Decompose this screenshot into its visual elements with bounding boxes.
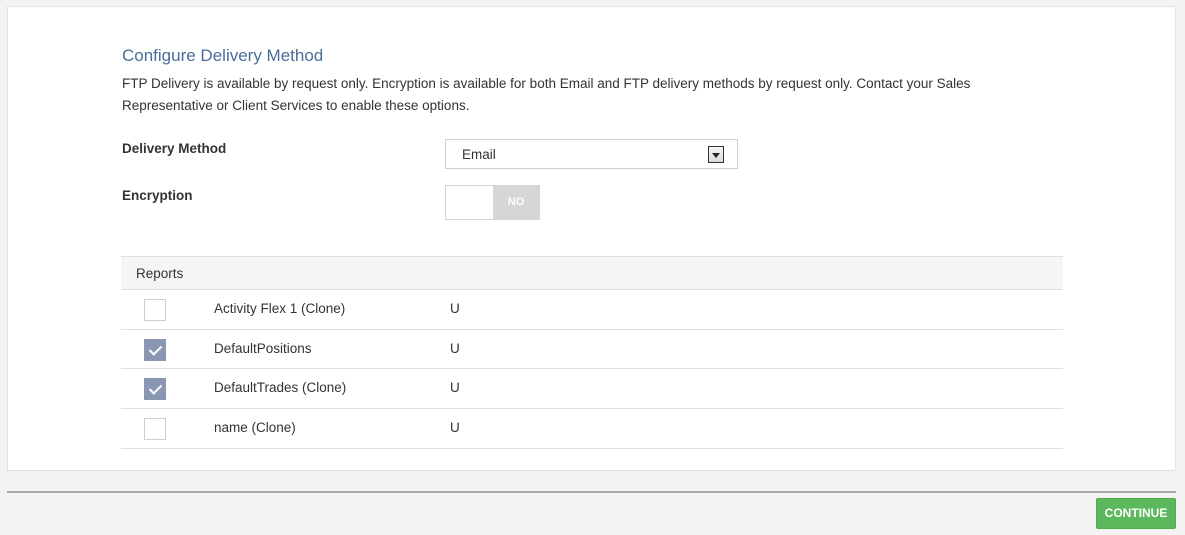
- report-name: Activity Flex 1 (Clone): [214, 301, 346, 316]
- encryption-label: Encryption: [122, 188, 193, 203]
- continue-button[interactable]: CONTINUE: [1096, 498, 1176, 529]
- delivery-config-card: Configure Delivery Method FTP Delivery i…: [7, 6, 1176, 471]
- report-checkbox-1[interactable]: [144, 338, 166, 361]
- report-name: DefaultPositions: [214, 340, 312, 356]
- report-checkbox-0[interactable]: [144, 299, 166, 321]
- reports-header: Reports: [121, 256, 1063, 290]
- delivery-method-value: Email: [462, 147, 496, 162]
- section-title: Configure Delivery Method: [122, 46, 324, 65]
- toggle-state-label: NO: [493, 186, 539, 219]
- delivery-method-label: Delivery Method: [122, 141, 227, 156]
- report-code: U: [450, 380, 460, 396]
- reports-table: Reports Activity Flex 1 (Clone) U Defaul…: [121, 256, 1063, 449]
- footer-divider: [7, 491, 1176, 493]
- report-name: name (Clone): [214, 420, 296, 436]
- table-row: Activity Flex 1 (Clone) U: [121, 290, 1063, 330]
- table-row: DefaultTrades (Clone) U: [121, 369, 1063, 410]
- report-code: U: [450, 301, 460, 316]
- report-code: U: [450, 420, 460, 436]
- report-checkbox-3[interactable]: [144, 418, 166, 441]
- encryption-toggle[interactable]: NO: [445, 185, 540, 220]
- report-name: DefaultTrades (Clone): [214, 380, 347, 396]
- report-code: U: [450, 340, 460, 356]
- chevron-down-icon[interactable]: [708, 146, 724, 163]
- section-description: FTP Delivery is available by request onl…: [122, 76, 971, 113]
- table-row: name (Clone) U: [121, 409, 1063, 449]
- report-checkbox-2[interactable]: [144, 378, 166, 401]
- toggle-knob: [446, 186, 493, 219]
- table-row: DefaultPositions U: [121, 330, 1063, 370]
- delivery-method-select[interactable]: Email: [445, 139, 738, 169]
